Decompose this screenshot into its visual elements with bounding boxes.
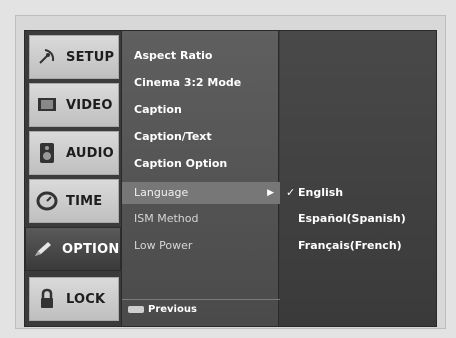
sidebar-item-label: TIME	[66, 193, 103, 209]
clock-icon	[36, 190, 58, 212]
language-submenu: ✓ English Español(Spanish) Français(Frenc…	[280, 31, 436, 326]
sidebar-item-label: AUDIO	[66, 145, 114, 161]
sidebar-item-lock[interactable]: LOCK	[29, 277, 119, 321]
menu-item-caption[interactable]: Caption	[128, 99, 274, 121]
sidebar: SETUP VIDEO AUDIO TIME OPTION LOCK	[25, 31, 121, 326]
previous-label: Previous	[148, 304, 197, 315]
sidebar-item-label: OPTION	[62, 241, 120, 257]
tv-screen-icon	[36, 94, 58, 116]
menu-key-icon	[128, 306, 144, 313]
language-option-label: English	[298, 186, 344, 199]
menu-item-language[interactable]: Language ▶	[122, 182, 280, 204]
language-option-french[interactable]: Français(French)	[298, 235, 402, 257]
menu-item-aspect-ratio[interactable]: Aspect Ratio	[128, 45, 274, 67]
option-menu: Aspect Ratio Cinema 3:2 Mode Caption Cap…	[121, 31, 280, 326]
language-option-spanish[interactable]: Español(Spanish)	[298, 208, 406, 230]
satellite-dish-icon	[36, 46, 58, 68]
sidebar-item-option[interactable]: OPTION	[25, 227, 121, 271]
menu-divider	[122, 299, 280, 300]
osd-menu-screen: SETUP VIDEO AUDIO TIME OPTION LOCK Aspec…	[24, 30, 437, 327]
menu-item-caption-option[interactable]: Caption Option	[128, 153, 274, 175]
menu-item-low-power[interactable]: Low Power	[128, 235, 274, 257]
pencil-icon	[32, 238, 54, 260]
sidebar-item-label: VIDEO	[66, 97, 113, 113]
previous-button[interactable]: Previous	[128, 304, 197, 315]
sidebar-item-time[interactable]: TIME	[29, 179, 119, 223]
sidebar-item-label: SETUP	[66, 49, 115, 65]
menu-item-ism-method[interactable]: ISM Method	[128, 208, 274, 230]
checkmark-icon: ✓	[286, 186, 296, 199]
menu-item-cinema-mode[interactable]: Cinema 3:2 Mode	[128, 72, 274, 94]
sidebar-item-setup[interactable]: SETUP	[29, 35, 119, 79]
sidebar-item-video[interactable]: VIDEO	[29, 83, 119, 127]
language-option-english[interactable]: ✓ English	[286, 182, 343, 204]
speaker-icon	[36, 142, 58, 164]
menu-item-caption-text[interactable]: Caption/Text	[128, 126, 274, 148]
sidebar-item-audio[interactable]: AUDIO	[29, 131, 119, 175]
arrow-right-icon: ▶	[267, 188, 274, 198]
padlock-icon	[36, 288, 58, 310]
sidebar-item-label: LOCK	[66, 291, 106, 307]
menu-item-label: Language	[134, 186, 189, 199]
